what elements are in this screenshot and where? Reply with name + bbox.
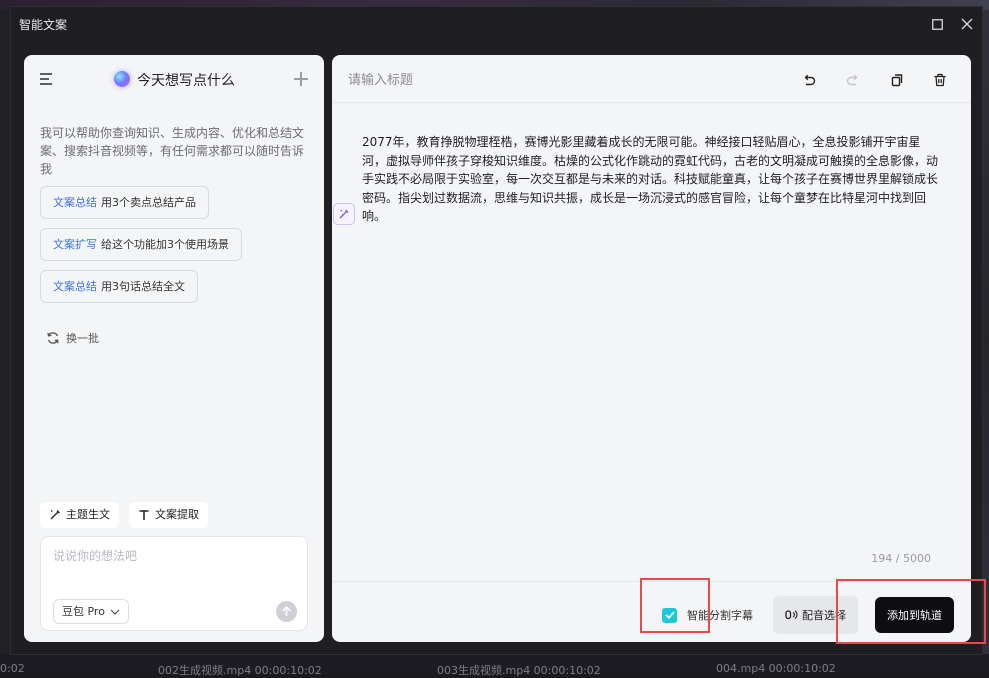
suggestion-chip[interactable]: 文案总结 用3句话总结全文	[40, 270, 198, 303]
close-icon	[961, 18, 973, 30]
topic-generate-label: 主题生文	[66, 508, 110, 521]
add-to-track-label: 添加到轨道	[887, 609, 942, 622]
suggestion-tag: 文案总结	[53, 196, 97, 209]
magic-wand-icon	[339, 209, 349, 219]
title-bar: 智能文案	[11, 7, 982, 41]
timeline-clip[interactable]: 002生成视频.mp4 00:00:10:02	[158, 662, 322, 678]
chevron-down-icon	[110, 600, 120, 623]
assistant-title: 今天想写点什么	[137, 73, 235, 89]
copy-icon	[891, 74, 903, 87]
delete-button[interactable]	[929, 69, 951, 91]
ai-orb-icon	[114, 71, 130, 87]
copy-extract-button[interactable]: 文案提取	[129, 502, 208, 528]
new-chat-icon[interactable]	[294, 72, 308, 86]
suggestion-text: 用3句话总结全文	[101, 280, 185, 293]
timeline-clip[interactable]: 0:02	[0, 662, 25, 675]
chat-input[interactable]	[53, 547, 293, 587]
timeline-strip: 0:02 002生成视频.mp4 00:00:10:02 003生成视频.mp4…	[0, 654, 989, 678]
character-count: 194 / 5000	[871, 552, 931, 565]
copy-button[interactable]	[886, 69, 908, 91]
assistant-header: 今天想写点什么	[24, 55, 324, 105]
refresh-suggestions-button[interactable]: 换一批	[46, 330, 99, 346]
trash-icon	[934, 73, 946, 87]
smart-subtitle-label: 智能分割字幕	[687, 609, 753, 622]
refresh-icon	[47, 332, 59, 344]
suggestion-chip[interactable]: 文案扩写 给这个功能加3个使用场景	[40, 228, 242, 261]
suggestion-text: 给这个功能加3个使用场景	[101, 238, 229, 251]
smart-copy-window: 智能文案 今天想写点什么 我可以帮助你查询知识、生成内容、优化和总结文案、搜索抖…	[10, 6, 983, 655]
smart-subtitle-toggle[interactable]: 智能分割字幕	[662, 607, 753, 623]
maximize-button[interactable]	[922, 7, 952, 41]
redo-button[interactable]	[842, 69, 864, 91]
footer-divider	[332, 581, 971, 582]
topic-generate-button[interactable]: 主题生文	[40, 502, 119, 528]
menu-icon[interactable]	[40, 73, 54, 85]
assistant-intro: 我可以帮助你查询知识、生成内容、优化和总结文案、搜索抖音视频等，有任何需求都可以…	[40, 126, 305, 176]
add-to-track-button[interactable]: 添加到轨道	[875, 597, 954, 633]
ai-edit-button[interactable]	[333, 203, 355, 225]
timeline-clip[interactable]: 003生成视频.mp4 00:00:10:02	[437, 662, 601, 678]
model-select[interactable]: 豆包 Pro	[53, 599, 129, 624]
window-title: 智能文案	[19, 17, 68, 32]
smart-subtitle-checkbox[interactable]	[662, 607, 677, 623]
check-icon	[664, 611, 675, 619]
undo-button[interactable]	[798, 69, 820, 91]
header-divider	[332, 102, 971, 103]
copy-extract-label: 文案提取	[155, 508, 199, 521]
assistant-panel: 今天想写点什么 我可以帮助你查询知识、生成内容、优化和总结文案、搜索抖音视频等，…	[24, 55, 324, 642]
magic-pen-icon	[49, 509, 61, 521]
suggestion-tag: 文案扩写	[53, 238, 97, 251]
close-button[interactable]	[952, 7, 982, 41]
maximize-icon	[931, 18, 943, 30]
arrow-up-icon	[281, 606, 292, 616]
undo-icon	[804, 74, 816, 86]
timeline-clip[interactable]: 004.mp4 00:00:10:02	[716, 662, 836, 675]
suggestion-chip[interactable]: 文案总结 用3个卖点总结产品	[40, 186, 209, 219]
voice-select-button[interactable]: 配音选择	[773, 596, 858, 634]
suggestion-tag: 文案总结	[53, 280, 97, 293]
title-input[interactable]	[348, 69, 748, 91]
text-icon	[138, 509, 150, 521]
editor-panel: 2077年，教育挣脱物理桎梏，赛博光影里藏着成长的无限可能。神经接口轻贴眉心，全…	[332, 55, 971, 642]
send-button[interactable]	[276, 601, 297, 622]
copy-content[interactable]: 2077年，教育挣脱物理桎梏，赛博光影里藏着成长的无限可能。神经接口轻贴眉心，全…	[362, 133, 940, 226]
suggestion-text: 用3个卖点总结产品	[101, 196, 196, 209]
voice-icon	[785, 609, 798, 621]
voice-select-label: 配音选择	[802, 609, 846, 622]
background-strip-left	[0, 10, 10, 670]
refresh-label: 换一批	[66, 332, 99, 345]
chat-input-box: 豆包 Pro	[40, 536, 308, 631]
model-name: 豆包 Pro	[62, 605, 105, 618]
redo-icon	[846, 74, 858, 86]
